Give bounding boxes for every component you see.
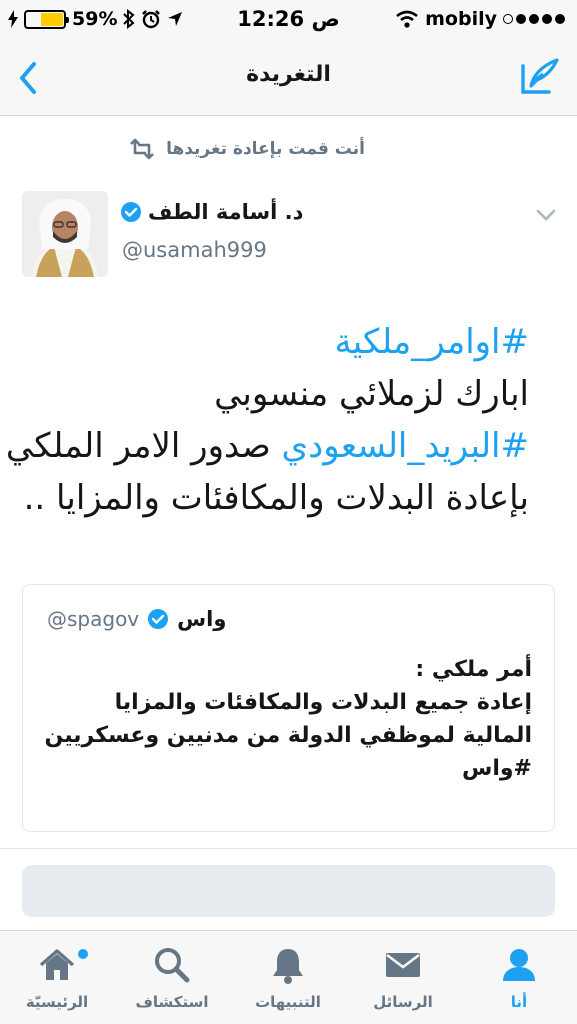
tab-bar: الرئيسيّة استكشاف التنبيهات الرسائل أنا — [0, 930, 577, 1024]
status-right: mobily — [395, 7, 565, 31]
tab-me[interactable]: أنا — [464, 945, 574, 1024]
tab-home[interactable]: الرئيسيّة — [2, 945, 112, 1024]
signal-dot — [555, 14, 565, 24]
quoted-line: إعادة جميع البدلات والمكافئات والمزايا — [114, 690, 532, 715]
tweet-hashtag[interactable]: #البريد_السعودي — [282, 426, 529, 466]
envelope-icon — [386, 953, 420, 977]
tweet-text: #اوامر_ملكية ابارك لزملائي منسوبي #البري… — [6, 316, 529, 524]
search-icon — [155, 948, 190, 983]
reply-input[interactable] — [22, 865, 555, 917]
quoted-tweet-text: أمر ملكي : إعادة جميع البدلات والمكافئات… — [32, 653, 532, 785]
tab-explore[interactable]: استكشاف — [117, 945, 227, 1024]
quoted-line: أمر ملكي : — [415, 657, 532, 682]
signal-dot — [542, 14, 552, 24]
signal-icon — [503, 14, 565, 24]
author-name[interactable]: د. أسامة الطف — [148, 200, 303, 224]
page-title: التغريدة — [246, 62, 331, 87]
profile-icon — [503, 949, 535, 981]
quoted-tweet-header: @spagov واس — [47, 607, 226, 631]
signal-dot — [516, 14, 526, 24]
tab-label: الرسائل — [373, 993, 433, 1011]
clock-time: 12:26 — [237, 7, 305, 31]
clock-ampm: ص — [311, 7, 340, 31]
signal-dot — [529, 14, 539, 24]
carrier-name: mobily — [425, 8, 497, 30]
quoted-tweet-card[interactable]: @spagov واس أمر ملكي : إعادة جميع البدلا… — [22, 584, 555, 832]
verified-badge-icon — [148, 609, 169, 629]
tweet-line: #البريد_السعودي صدور الامر الملكي — [6, 420, 529, 472]
tweet-line: بإعادة البدلات والمكافئات والمزايا .. — [23, 478, 529, 518]
notification-dot — [78, 949, 88, 959]
divider — [0, 848, 577, 849]
tweet-line-text: صدور الامر الملكي — [5, 426, 282, 466]
bell-icon — [273, 949, 303, 984]
quoted-tweet-handle: @spagov — [47, 607, 140, 631]
retweet-context: أنت قمت بإعادة تغريدها — [128, 138, 365, 160]
author-handle[interactable]: @usamah999 — [122, 238, 267, 262]
avatar-photo — [22, 191, 108, 277]
tab-label: الرئيسيّة — [25, 993, 89, 1011]
avatar[interactable] — [22, 191, 108, 277]
tweet-hashtag[interactable]: #اوامر_ملكية — [29, 316, 529, 368]
signal-dot — [503, 14, 513, 24]
compose-tweet-icon[interactable] — [519, 56, 561, 98]
wifi-icon — [396, 10, 418, 28]
tab-notifications[interactable]: التنبيهات — [233, 945, 343, 1024]
tab-label: أنا — [510, 993, 528, 1011]
retweet-context-text: أنت قمت بإعادة تغريدها — [166, 139, 365, 159]
status-bar: 59% 12:26 ص mobily — [0, 0, 577, 38]
tab-label: التنبيهات — [255, 993, 321, 1011]
tab-label: استكشاف — [135, 993, 209, 1011]
quoted-line: #واس — [461, 756, 532, 781]
tab-messages[interactable]: الرسائل — [348, 945, 458, 1024]
quoted-tweet-name: واس — [177, 607, 227, 631]
home-icon — [39, 949, 75, 980]
tweet-line: ابارك لزملائي منسوبي — [214, 374, 529, 414]
author-name-row[interactable]: د. أسامة الطف — [120, 200, 303, 224]
verified-badge-icon — [121, 202, 141, 222]
navigation-bar: التغريدة — [0, 38, 577, 116]
quoted-line: المالية لموظفي الدولة من مدنيين وعسكريين — [44, 723, 532, 748]
chevron-down-icon[interactable] — [535, 208, 557, 222]
retweet-icon — [130, 138, 154, 160]
